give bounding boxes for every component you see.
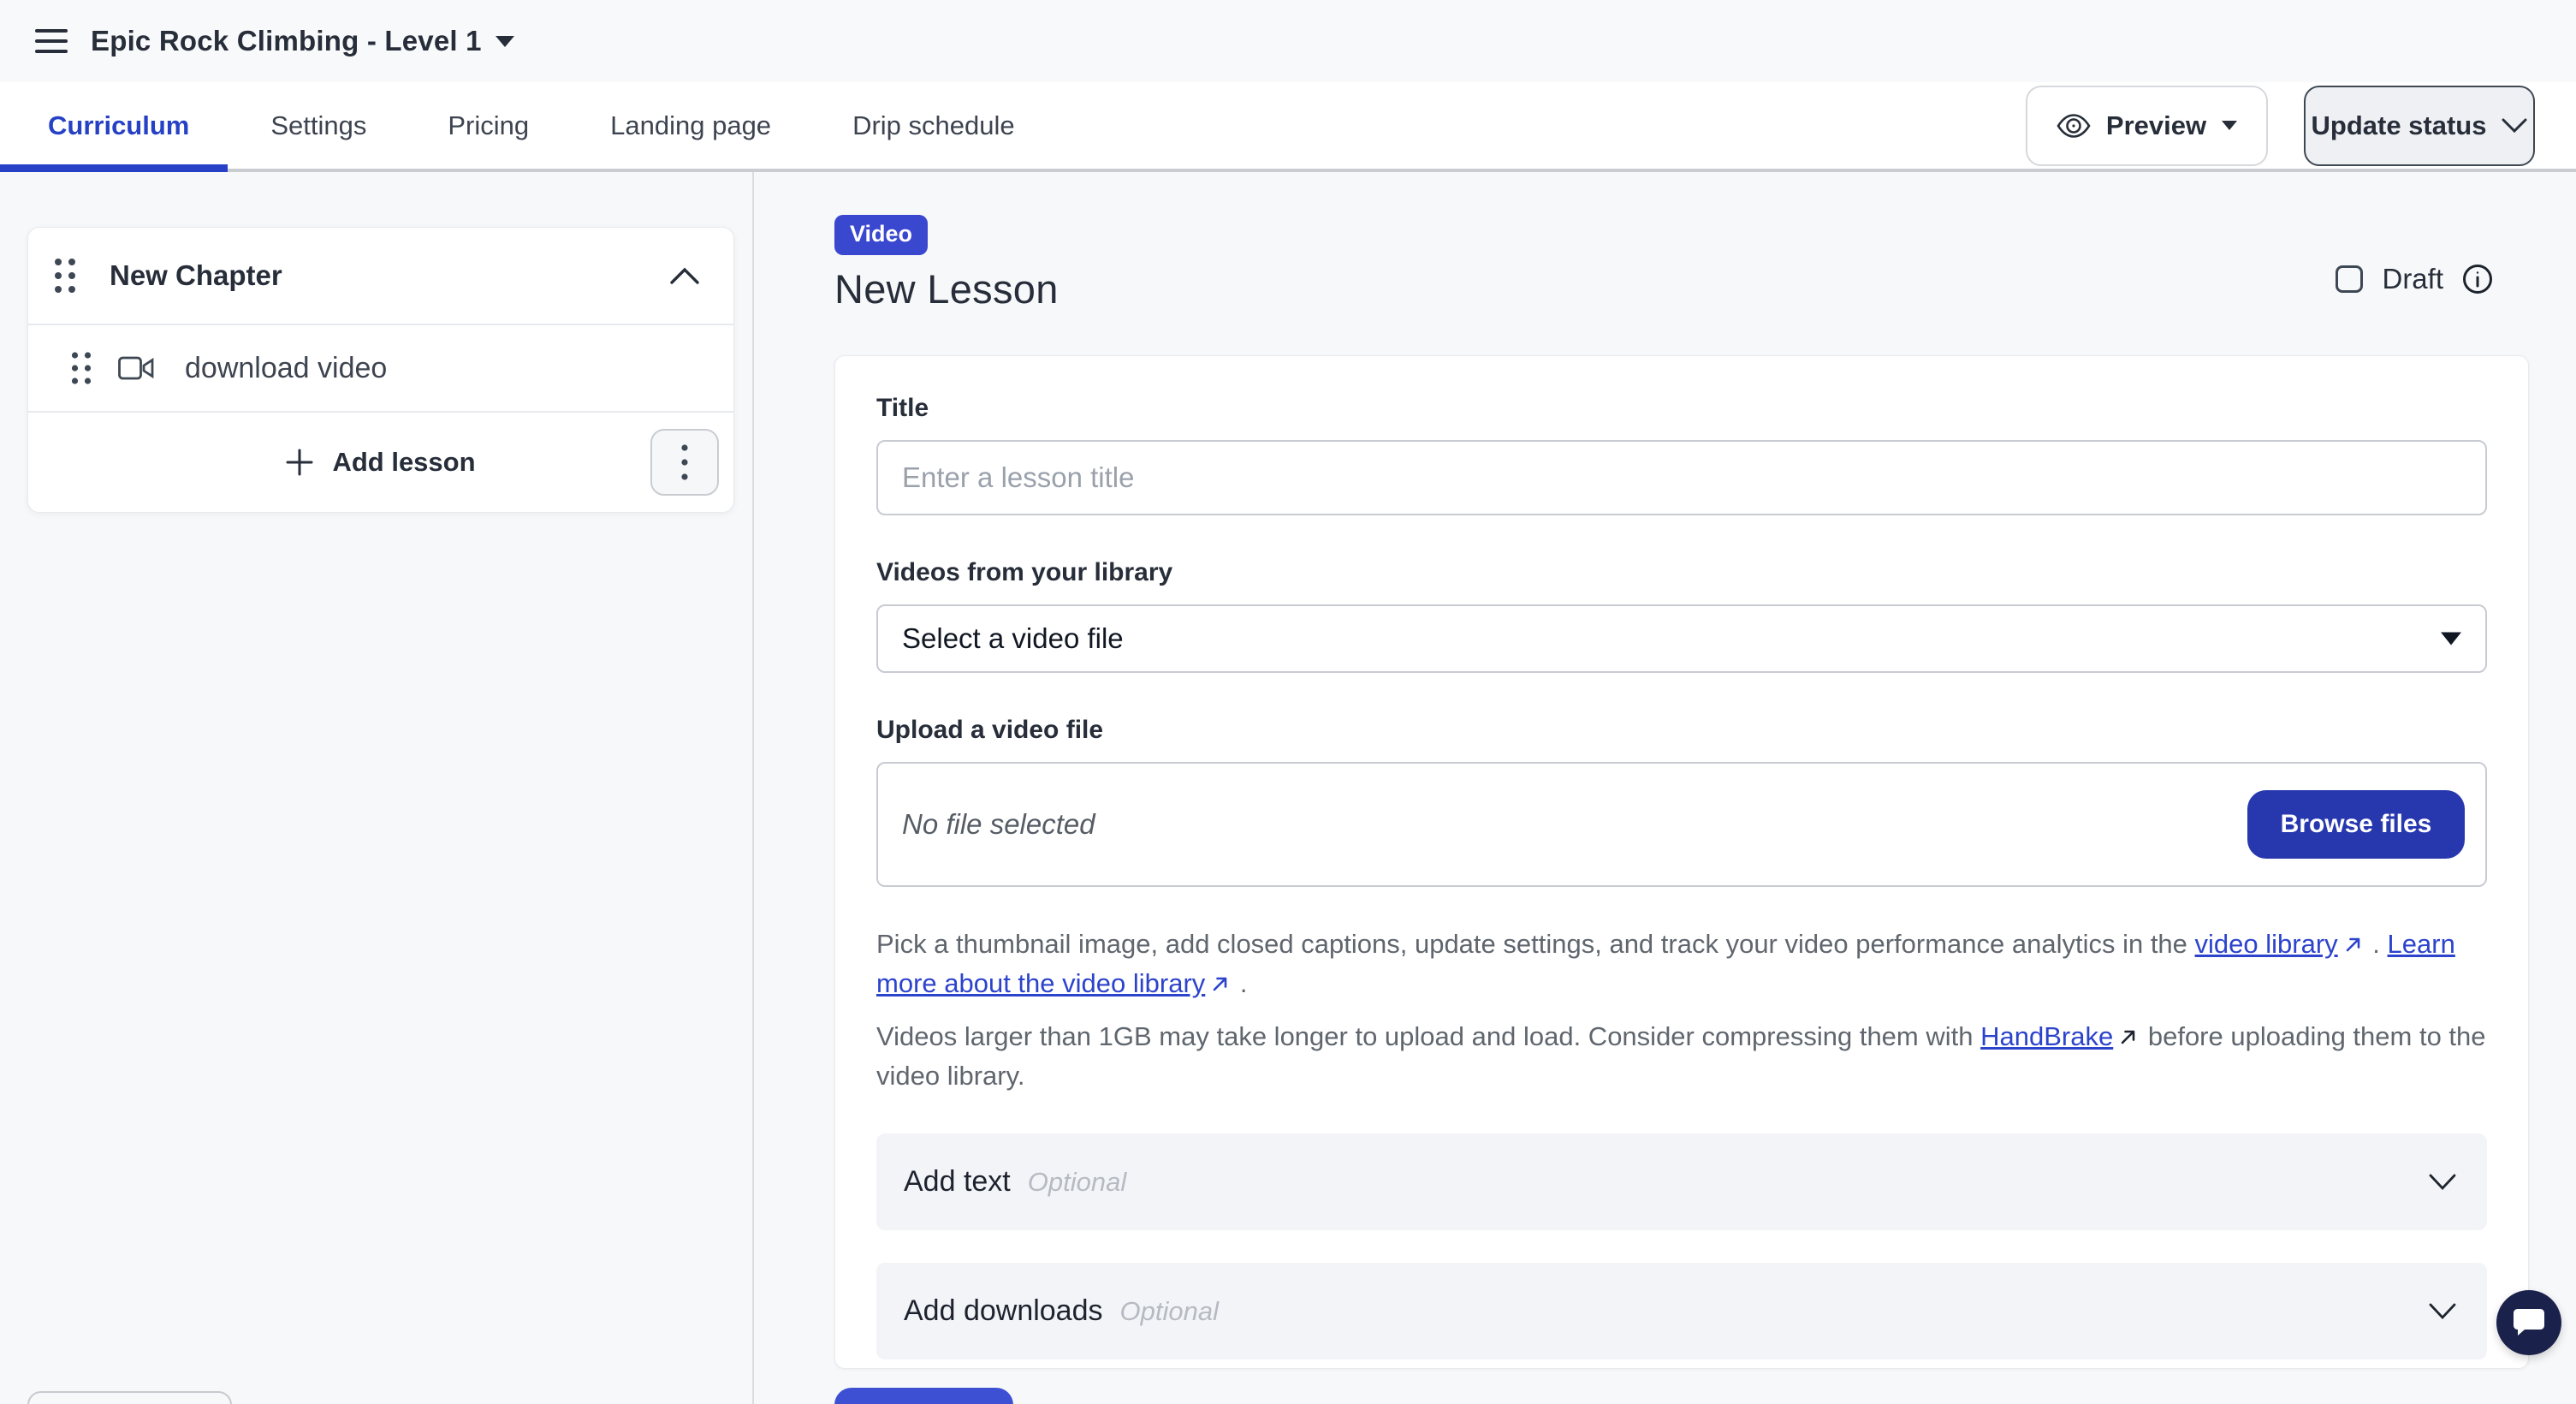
external-link-icon <box>1212 975 1229 992</box>
video-library-help-text: Pick a thumbnail image, add closed capti… <box>876 925 2487 1003</box>
chapter-card: New Chapter <box>27 227 734 513</box>
file-upload-box: No file selected Browse files <box>876 762 2487 887</box>
video-library-field: Videos from your library Select a video … <box>876 558 2487 673</box>
sidebar-footer: Chapter Upload content <box>27 1391 752 1404</box>
external-link-icon <box>2345 936 2362 953</box>
tab-pricing[interactable]: Pricing <box>448 110 529 141</box>
curriculum-sidebar: New Chapter <box>0 172 754 1404</box>
no-file-text: No file selected <box>902 808 1095 841</box>
course-title[interactable]: Epic Rock Climbing - Level 1 <box>91 25 482 57</box>
link-label: video library <box>2195 929 2338 959</box>
info-icon[interactable] <box>2462 264 2493 294</box>
chevron-down-icon <box>2502 118 2527 134</box>
video-library-label: Videos from your library <box>876 558 2487 587</box>
video-library-select[interactable]: Select a video file <box>876 604 2487 673</box>
chevron-down-icon <box>2429 1303 2456 1320</box>
tab-landing-page[interactable]: Landing page <box>610 110 771 141</box>
lesson-title-heading: New Lesson <box>834 265 1059 312</box>
update-status-button[interactable]: Update status <box>2304 86 2535 166</box>
preview-button-label: Preview <box>2106 110 2206 141</box>
update-status-label: Update status <box>2312 110 2487 141</box>
title-field-label: Title <box>876 394 2487 423</box>
active-tab-underline <box>0 164 228 172</box>
lesson-form-card: Title Videos from your library Select a … <box>834 355 2529 1369</box>
plus-icon <box>286 449 313 476</box>
tab-bar: Curriculum Settings Pricing Landing page… <box>0 82 2576 172</box>
chapter-options-button[interactable] <box>650 429 719 496</box>
lesson-header: Video New Lesson Draft <box>834 215 2529 312</box>
drag-handle-icon[interactable] <box>53 255 77 296</box>
eye-icon <box>2057 114 2091 138</box>
browse-files-button[interactable]: Browse files <box>2247 790 2465 859</box>
help-text-part: Videos larger than 1GB may take longer t… <box>876 1021 1974 1051</box>
chevron-down-icon <box>2429 1174 2456 1191</box>
draft-toggle-row: Draft <box>2336 263 2493 295</box>
chevron-up-icon[interactable] <box>670 267 699 284</box>
chapter-footer: Add lesson <box>28 413 733 512</box>
lesson-title-input[interactable] <box>876 440 2487 515</box>
page-body: New Chapter <box>0 172 2576 1404</box>
title-field: Title <box>876 394 2487 515</box>
upload-video-label: Upload a video file <box>876 716 2487 745</box>
upload-video-field: Upload a video file No file selected Bro… <box>876 716 2487 887</box>
optional-hint: Optional <box>1120 1296 1219 1327</box>
add-lesson-button[interactable]: Add lesson <box>286 447 475 478</box>
add-downloads-label: Add downloads <box>904 1294 1103 1328</box>
optional-hint: Optional <box>1028 1167 1126 1198</box>
preview-caret-icon <box>2222 121 2237 130</box>
add-text-label: Add text <box>904 1165 1011 1199</box>
chat-widget-button[interactable] <box>2496 1290 2561 1355</box>
lesson-heading: Video New Lesson <box>834 215 1059 312</box>
compression-help-text: Videos larger than 1GB may take longer t… <box>876 1017 2487 1096</box>
add-chapter-button[interactable]: Chapter <box>27 1391 232 1404</box>
add-text-accordion[interactable]: Add text Optional <box>876 1133 2487 1230</box>
preview-button[interactable]: Preview <box>2026 86 2268 166</box>
link-label: HandBrake <box>1980 1021 2113 1051</box>
header-actions: Preview Update status <box>2026 86 2576 166</box>
add-downloads-accordion[interactable]: Add downloads Optional <box>876 1263 2487 1359</box>
chat-icon <box>2513 1307 2545 1338</box>
lesson-editor: Video New Lesson Draft Title <box>754 172 2576 1404</box>
help-text-part: . <box>1240 968 1248 998</box>
lesson-row[interactable]: download video <box>28 325 733 411</box>
course-switcher-caret-icon[interactable] <box>496 36 514 47</box>
video-library-selected-value: Select a video file <box>902 622 1124 655</box>
handbrake-link[interactable]: HandBrake <box>1980 1021 2113 1051</box>
tab-drip-schedule[interactable]: Drip schedule <box>852 110 1015 141</box>
help-text-part: Pick a thumbnail image, add closed capti… <box>876 929 2187 959</box>
add-lesson-label: Add lesson <box>332 447 475 478</box>
chapter-header[interactable]: New Chapter <box>28 228 733 324</box>
tabs: Curriculum Settings Pricing Landing page… <box>0 110 1015 141</box>
video-library-link[interactable]: video library <box>2195 929 2365 959</box>
chapter-title: New Chapter <box>110 259 282 292</box>
hamburger-menu-icon[interactable] <box>26 15 77 67</box>
tab-curriculum[interactable]: Curriculum <box>48 110 189 141</box>
lesson-type-badge: Video <box>834 215 928 255</box>
lesson-title: download video <box>185 352 387 385</box>
video-camera-icon <box>118 355 154 381</box>
help-text-part: . <box>2372 929 2380 959</box>
tab-settings[interactable]: Settings <box>270 110 366 141</box>
select-arrow-icon <box>2441 633 2461 645</box>
external-link-icon <box>2120 1028 2137 1045</box>
top-bar: Epic Rock Climbing - Level 1 <box>0 0 2576 82</box>
draft-checkbox[interactable] <box>2336 265 2363 293</box>
save-lesson-button[interactable]: Save lesson <box>834 1388 1013 1404</box>
draft-label: Draft <box>2382 263 2443 295</box>
drag-handle-icon[interactable] <box>70 349 92 387</box>
